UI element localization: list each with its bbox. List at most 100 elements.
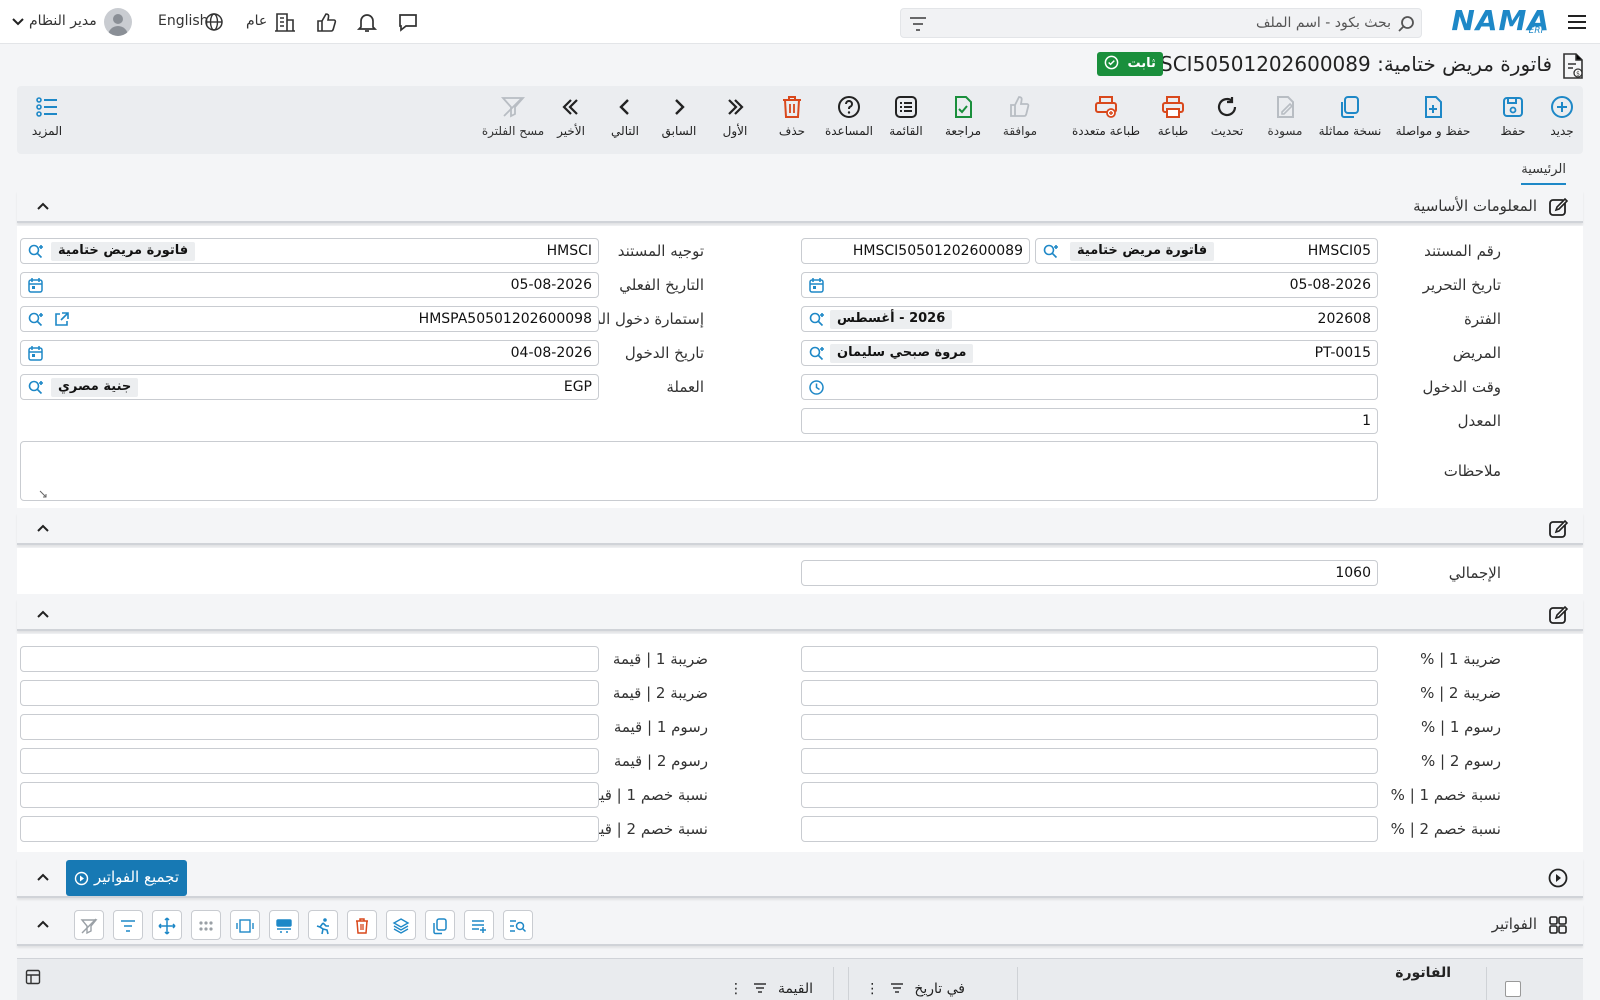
- tax-section-header[interactable]: [17, 599, 1583, 631]
- edit-date-value: 05-08-2026: [1289, 277, 1371, 293]
- clear-filter-button[interactable]: مسح الفلترة: [473, 94, 553, 150]
- period-field[interactable]: 202608 2026 - أغسطس: [801, 306, 1378, 332]
- dots-grid-button[interactable]: [191, 910, 221, 940]
- fee1-val-field[interactable]: [20, 714, 599, 740]
- lookup-icon[interactable]: [808, 345, 825, 362]
- nama-logo[interactable]: NAMA ERP: [1451, 4, 1550, 40]
- col-menu-icon[interactable]: [753, 981, 767, 995]
- total-field[interactable]: 1060: [801, 560, 1378, 586]
- user-name[interactable]: مدير النظام: [29, 13, 97, 29]
- tab-main[interactable]: الرئيسية: [1521, 162, 1566, 185]
- lookup-icon[interactable]: [27, 311, 44, 328]
- disc1-val-field[interactable]: [20, 782, 599, 808]
- page-title: فاتورة مريض ختامية: HMSCI50501202600089: [1127, 52, 1552, 76]
- save-button[interactable]: حفظ: [1477, 94, 1549, 150]
- fit-columns-button[interactable]: [230, 910, 260, 940]
- admission-form-value: HMSPA50501202600098: [418, 311, 592, 327]
- file-check-icon: [955, 96, 972, 118]
- lookup-icon[interactable]: [27, 243, 44, 260]
- save-continue-button[interactable]: حفظ و مواصلة: [1388, 94, 1478, 150]
- clear-filter-button[interactable]: [74, 910, 104, 940]
- admission-date-field[interactable]: 04-08-2026: [20, 340, 599, 366]
- select-all-checkbox[interactable]: [1505, 981, 1521, 997]
- calendar-icon[interactable]: [27, 345, 44, 362]
- aggregate-invoices-button[interactable]: تجميع الفواتير: [66, 860, 187, 896]
- col-options-icon[interactable]: ⋮: [865, 981, 879, 997]
- admission-form-field[interactable]: HMSPA50501202600098: [20, 306, 599, 332]
- avatar-icon[interactable]: [104, 8, 132, 36]
- disc1-pct-field[interactable]: [801, 782, 1378, 808]
- resize-handle-icon[interactable]: [39, 490, 47, 498]
- branch-label[interactable]: عام: [246, 13, 267, 29]
- calendar-icon[interactable]: [27, 277, 44, 294]
- chevron-up-icon[interactable]: [35, 199, 51, 215]
- global-search[interactable]: بحث بكود - اسم الملف: [900, 8, 1422, 38]
- save-continue-label: حفظ و مواصلة: [1395, 124, 1471, 138]
- group-rows-button[interactable]: [269, 910, 299, 940]
- copy-row-button[interactable]: [425, 910, 455, 940]
- chevron-down-icon[interactable]: [11, 15, 25, 29]
- filter-icon[interactable]: [909, 16, 927, 32]
- edit-date-field[interactable]: 05-08-2026: [801, 272, 1378, 298]
- lookup-icon[interactable]: [808, 311, 825, 328]
- actual-date-field[interactable]: 05-08-2026: [20, 272, 599, 298]
- fee1-pct-label: رسوم 1 | %: [1420, 718, 1501, 736]
- chevron-up-icon[interactable]: [35, 917, 51, 933]
- search-icon[interactable]: [1397, 15, 1415, 33]
- add-line-icon: [472, 920, 486, 933]
- doc-direction-chip: فاتورة مريض ختامية: [51, 242, 196, 261]
- filter-button[interactable]: [113, 910, 143, 940]
- tax2-val-field[interactable]: [20, 680, 599, 706]
- tax2-pct-field[interactable]: [801, 680, 1378, 706]
- bell-icon[interactable]: [356, 11, 378, 33]
- lookup-icon[interactable]: [27, 379, 44, 396]
- total-section-header[interactable]: [17, 513, 1583, 545]
- col-menu-icon[interactable]: [890, 981, 904, 995]
- notes-textarea[interactable]: [20, 441, 1378, 501]
- fee2-val-field[interactable]: [20, 748, 599, 774]
- building-icon[interactable]: [274, 11, 296, 33]
- invoices-title: الفواتير: [1491, 915, 1537, 933]
- calendar-icon[interactable]: [808, 277, 825, 294]
- external-link-icon[interactable]: [53, 311, 70, 328]
- search-lines-button[interactable]: [503, 910, 533, 940]
- tax1-val-field[interactable]: [20, 646, 599, 672]
- chevron-up-icon[interactable]: [35, 607, 51, 623]
- doc-type-field[interactable]: HMSCI05 فاتورة مريض ختامية: [1035, 238, 1378, 264]
- rate-field[interactable]: 1: [801, 408, 1378, 434]
- col-invoice[interactable]: الفاتورة: [1395, 965, 1451, 981]
- fee1-pct-field[interactable]: [801, 714, 1378, 740]
- chevron-up-icon[interactable]: [35, 870, 51, 886]
- patient-field[interactable]: PT-0015 مروة صبحي سليمان: [801, 340, 1378, 366]
- save-label: حفظ: [1500, 124, 1526, 138]
- delete-row-button[interactable]: [347, 910, 377, 940]
- duplicate-button[interactable]: نسخة مماثلة: [1314, 94, 1386, 150]
- like-icon[interactable]: [315, 11, 337, 33]
- more-button[interactable]: المزيد: [11, 94, 83, 150]
- tax1-pct-field[interactable]: [801, 646, 1378, 672]
- actual-date-value: 05-08-2026: [510, 277, 592, 293]
- admission-time-field[interactable]: [801, 374, 1378, 400]
- language-switch[interactable]: English: [158, 13, 209, 29]
- currency-field[interactable]: EGP جنية مصري: [20, 374, 599, 400]
- table-settings-icon[interactable]: [25, 969, 41, 985]
- fee2-pct-field[interactable]: [801, 748, 1378, 774]
- col-date[interactable]: في تاريخ ⋮: [865, 981, 965, 997]
- multi-print-button[interactable]: طباعة متعددة: [1061, 94, 1151, 150]
- move-button[interactable]: [152, 910, 182, 940]
- layers-button[interactable]: [386, 910, 416, 940]
- clock-icon[interactable]: [808, 379, 825, 396]
- col-options-icon[interactable]: ⋮: [729, 981, 743, 997]
- doc-number-field[interactable]: HMSCI50501202600089: [801, 238, 1030, 264]
- disc2-pct-field[interactable]: [801, 816, 1378, 842]
- disc2-val-field[interactable]: [20, 816, 599, 842]
- run-button[interactable]: [308, 910, 338, 940]
- add-line-button[interactable]: [464, 910, 494, 940]
- menu-icon[interactable]: [1566, 11, 1588, 33]
- lookup-icon[interactable]: [1042, 243, 1059, 260]
- chat-icon[interactable]: [397, 11, 419, 33]
- chevron-up-icon[interactable]: [35, 521, 51, 537]
- col-value[interactable]: القيمة ⋮: [729, 981, 813, 997]
- doc-direction-field[interactable]: HMSCI فاتورة مريض ختامية: [20, 238, 599, 264]
- basic-info-header[interactable]: المعلومات الأساسية: [17, 191, 1583, 223]
